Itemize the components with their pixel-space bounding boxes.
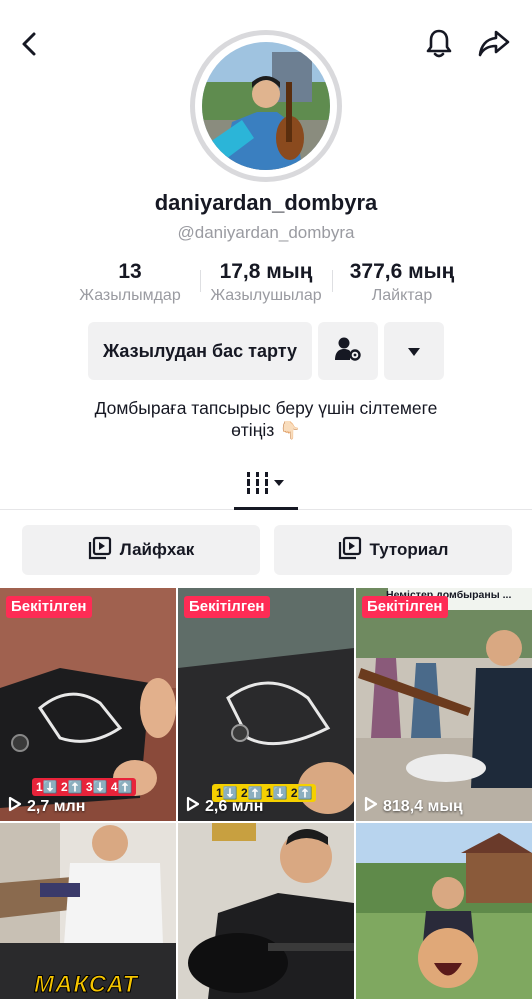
pinned-badge: Бекітілген bbox=[184, 596, 270, 618]
user-handle: @daniyardan_dombyra bbox=[177, 223, 355, 242]
video-grid: Бекітілген 1⬇️ 2⬆️ 3⬇️ 4⬆️ 2,7 млн Бекіт… bbox=[0, 588, 532, 999]
active-tab-indicator bbox=[234, 507, 298, 510]
video-thumbnail[interactable] bbox=[356, 823, 532, 999]
view-count: 2,6 млн bbox=[186, 796, 263, 817]
stat-likes-value: 377,6 мың bbox=[349, 260, 455, 283]
avatar-image bbox=[202, 42, 330, 170]
video-overlay-text: МАКСАТ bbox=[33, 971, 139, 999]
play-icon bbox=[364, 796, 378, 817]
stat-following[interactable]: 13 Жазылымдар bbox=[60, 258, 200, 306]
play-icon bbox=[8, 796, 22, 817]
caret-down-icon bbox=[407, 341, 421, 362]
unfollow-button[interactable]: Жазылудан бас тарту bbox=[88, 322, 312, 380]
stat-likes-label: Лайктар bbox=[371, 287, 433, 304]
tab-videos[interactable] bbox=[234, 468, 298, 502]
play-icon bbox=[186, 796, 200, 817]
playlist-tutorial-button[interactable]: Туториал bbox=[274, 525, 512, 575]
bio-line: Домбыраға тапсырыс беру үшін сілтемеге bbox=[94, 398, 438, 418]
profile-bio: Домбыраға тапсырыс беру үшін сілтемеге ө… bbox=[40, 397, 492, 441]
user-settings-button[interactable] bbox=[318, 322, 378, 380]
playlist-icon bbox=[338, 536, 362, 565]
video-thumbnail-image bbox=[178, 823, 354, 999]
stat-likes[interactable]: 377,6 мың Лайктар bbox=[332, 258, 472, 306]
video-thumbnail[interactable]: Бекітілген 1⬇️ 2⬆️ 1⬇️ 2⬆️ 2,6 млн bbox=[178, 588, 354, 821]
view-count: 818,4 мың bbox=[364, 796, 463, 817]
grid-icon bbox=[243, 469, 289, 502]
content-tab-bar bbox=[0, 462, 532, 510]
view-count-value: 2,6 млн bbox=[205, 797, 264, 815]
stat-following-label: Жазылымдар bbox=[79, 287, 181, 304]
stat-followers[interactable]: 17,8 мың Жазылушылар bbox=[200, 258, 332, 306]
view-count-value: 818,4 мың bbox=[383, 797, 463, 815]
more-options-button[interactable] bbox=[384, 322, 444, 380]
video-thumbnail[interactable]: МАКСАТ bbox=[0, 823, 176, 999]
view-count-value: 2,7 млн bbox=[27, 797, 86, 815]
playlist-icon bbox=[88, 536, 112, 565]
bell-icon[interactable] bbox=[420, 24, 458, 62]
video-thumbnail-image bbox=[356, 823, 532, 999]
bio-line: өтіңіз 👇🏻 bbox=[231, 420, 301, 440]
playlist-label: Туториал bbox=[369, 540, 449, 559]
stat-following-value: 13 bbox=[118, 260, 142, 283]
video-overlay-text: 1⬇️ 2⬆️ 3⬇️ 4⬆️ bbox=[32, 778, 137, 796]
profile-stats: 13 Жазылымдар 17,8 мың Жазылушылар 377,6… bbox=[60, 258, 472, 310]
username: daniyardan_dombyra bbox=[154, 190, 378, 215]
video-thumbnail[interactable]: Немістер домбыраны ... іпті😍🔥 Бекітілген… bbox=[356, 588, 532, 821]
playlist-label: Лайфхак bbox=[119, 540, 195, 559]
back-icon[interactable] bbox=[12, 26, 48, 62]
stat-followers-label: Жазылушылар bbox=[210, 287, 322, 304]
pinned-badge: Бекітілген bbox=[6, 596, 92, 618]
video-thumbnail[interactable] bbox=[178, 823, 354, 999]
playlist-lifehack-button[interactable]: Лайфхак bbox=[22, 525, 260, 575]
user-gear-icon bbox=[334, 336, 362, 367]
video-thumbnail[interactable]: Бекітілген 1⬇️ 2⬆️ 3⬇️ 4⬆️ 2,7 млн bbox=[0, 588, 176, 821]
avatar[interactable] bbox=[190, 30, 342, 182]
video-thumbnail-image bbox=[356, 588, 532, 821]
stat-followers-value: 17,8 мың bbox=[219, 260, 313, 283]
view-count: 2,7 млн bbox=[8, 796, 85, 817]
pinned-badge: Бекітілген bbox=[362, 596, 448, 618]
share-icon[interactable] bbox=[474, 24, 514, 62]
